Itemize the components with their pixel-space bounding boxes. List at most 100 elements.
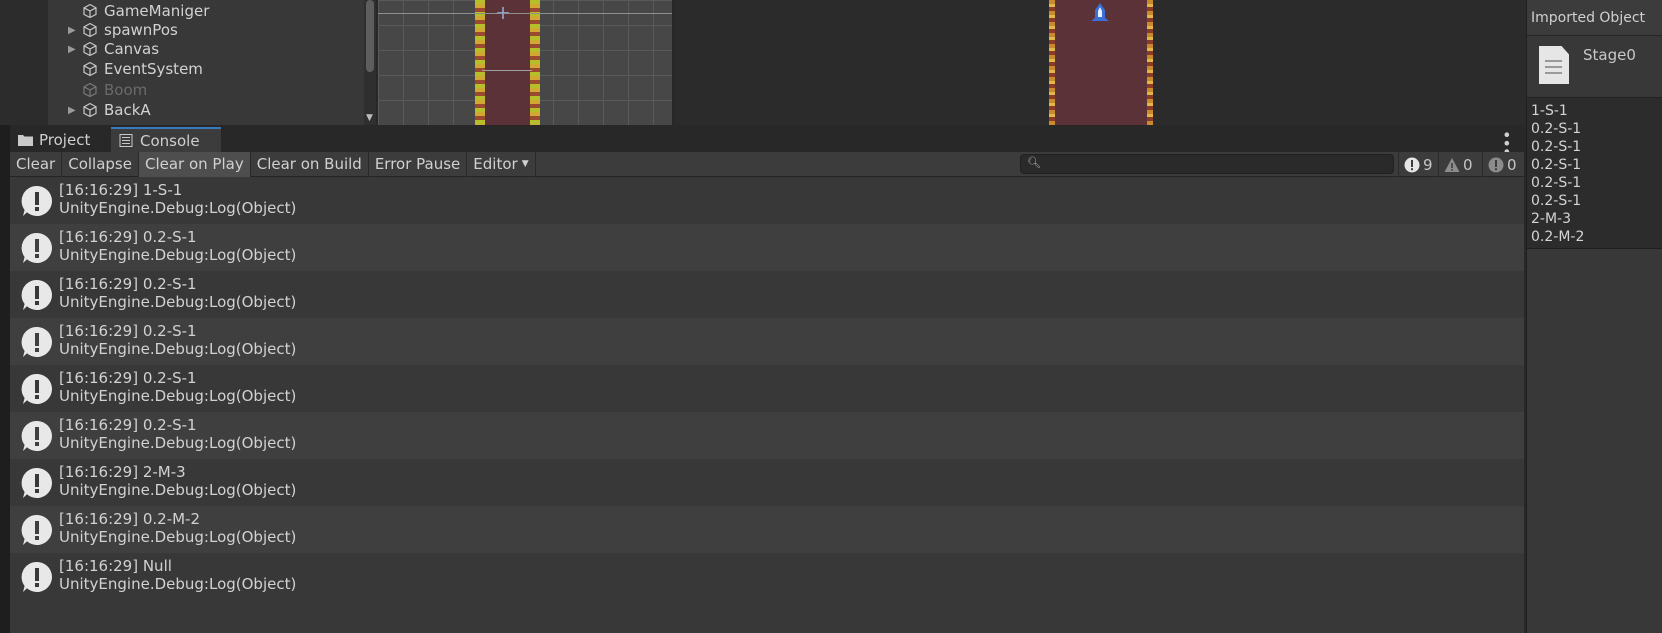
clear-button[interactable]: Clear xyxy=(10,151,63,177)
scene-view[interactable] xyxy=(378,0,672,125)
log-entry[interactable]: [16:16:29] 1-S-1 UnityEngine.Debug:Log(O… xyxy=(10,177,1524,224)
asset-text-preview: 1-S-1 0.2-S-1 0.2-S-1 0.2-S-1 0.2-S-1 0.… xyxy=(1527,98,1662,249)
editor-dropdown[interactable]: Editor ▼ xyxy=(467,151,536,177)
log-message: [16:16:29] 0.2-S-1 xyxy=(59,369,197,387)
collapse-button[interactable]: Collapse xyxy=(62,151,139,177)
text-line: 0.2-S-1 xyxy=(1531,121,1582,137)
log-stacktrace: UnityEngine.Debug:Log(Object) xyxy=(59,246,297,264)
gameobject-cube-icon xyxy=(82,39,104,59)
asset-name: Stage0 xyxy=(1583,46,1636,64)
hierarchy-item-gamemaniger[interactable]: GameManiger xyxy=(68,1,209,21)
info-message-icon xyxy=(21,467,52,498)
warning-count: 0 xyxy=(1463,155,1473,174)
console-tab-bar: Project Console ••• xyxy=(10,127,1524,155)
game-view[interactable] xyxy=(674,0,1526,125)
inspector-title: Imported Object xyxy=(1531,9,1646,26)
warning-count-toggle[interactable]: 0 xyxy=(1438,152,1478,177)
unity-editor: GameManiger ▶ spawnPos ▶ Canvas EventSys… xyxy=(0,0,1662,633)
tab-project[interactable]: Project xyxy=(10,127,110,152)
expand-arrow-icon[interactable]: ▶ xyxy=(68,105,82,116)
warning-icon xyxy=(1444,157,1460,172)
tab-label: Project xyxy=(39,130,91,149)
error-count: 0 xyxy=(1507,155,1517,174)
info-message-icon xyxy=(21,514,52,545)
log-message: [16:16:29] Null xyxy=(59,557,172,575)
info-message-icon xyxy=(21,232,52,263)
hierarchy-item-backa[interactable]: ▶ BackA xyxy=(68,100,151,120)
log-entry[interactable]: [16:16:29] 2-M-3 UnityEngine.Debug:Log(O… xyxy=(10,459,1524,506)
imported-asset: Stage0 xyxy=(1527,36,1662,98)
hierarchy-item-eventsystem[interactable]: EventSystem xyxy=(68,59,203,79)
gameobject-cube-icon xyxy=(82,100,104,120)
hierarchy-panel: GameManiger ▶ spawnPos ▶ Canvas EventSys… xyxy=(0,0,376,125)
hierarchy-item-label: Boom xyxy=(104,81,148,99)
expand-arrow-icon[interactable]: ▶ xyxy=(68,44,82,55)
clear-on-play-toggle[interactable]: Clear on Play xyxy=(138,151,251,177)
clear-on-build-toggle[interactable]: Clear on Build xyxy=(251,151,369,177)
info-message-icon xyxy=(21,373,52,404)
log-entry[interactable]: [16:16:29] 0.2-S-1 UnityEngine.Debug:Log… xyxy=(10,412,1524,459)
text-line: 0.2-S-1 xyxy=(1531,139,1582,155)
hierarchy-item-spawnpos[interactable]: ▶ spawnPos xyxy=(68,20,178,40)
console-toolbar: Clear Collapse Clear on Play Clear on Bu… xyxy=(10,151,1524,177)
log-message: [16:16:29] 1-S-1 xyxy=(59,181,183,199)
log-entry[interactable]: [16:16:29] 0.2-S-1 UnityEngine.Debug:Log… xyxy=(10,318,1524,365)
log-entry[interactable]: [16:16:29] 0.2-S-1 UnityEngine.Debug:Log… xyxy=(10,224,1524,271)
log-stacktrace: UnityEngine.Debug:Log(Object) xyxy=(59,387,297,405)
info-message-icon xyxy=(21,279,52,310)
log-stacktrace: UnityEngine.Debug:Log(Object) xyxy=(59,528,297,546)
tab-console[interactable]: Console xyxy=(111,127,221,152)
text-line: 0.2-S-1 xyxy=(1531,193,1582,209)
hierarchy-item-label: BackA xyxy=(104,101,151,119)
hierarchy-item-label: EventSystem xyxy=(104,60,203,78)
hierarchy-item-label: spawnPos xyxy=(104,21,178,39)
gameobject-cube-icon xyxy=(82,20,104,40)
info-message-icon xyxy=(21,185,52,216)
expand-arrow-icon[interactable]: ▶ xyxy=(68,25,82,36)
player-ship-icon xyxy=(1091,3,1109,21)
scroll-down-icon[interactable]: ▼ xyxy=(366,113,373,123)
error-icon xyxy=(1488,157,1504,172)
log-entry[interactable]: [16:16:29] 0.2-S-1 UnityEngine.Debug:Log… xyxy=(10,365,1524,412)
text-line: 2-M-3 xyxy=(1531,211,1571,227)
log-stacktrace: UnityEngine.Debug:Log(Object) xyxy=(59,481,297,499)
hierarchy-scrollbar[interactable]: ▼ xyxy=(364,0,376,125)
search-input[interactable]: 🔍︎ xyxy=(1020,154,1394,174)
log-message: [16:16:29] 0.2-S-1 xyxy=(59,416,197,434)
log-stacktrace: UnityEngine.Debug:Log(Object) xyxy=(59,434,297,452)
info-message-icon xyxy=(21,326,52,357)
road-edge-left xyxy=(475,0,485,125)
log-count-toggle[interactable]: 9 xyxy=(1398,152,1438,177)
text-line: 0.2-S-1 xyxy=(1531,175,1582,191)
chevron-down-icon: ▼ xyxy=(521,159,529,169)
gameobject-cube-icon xyxy=(82,1,104,21)
road-edge-right xyxy=(1147,0,1153,125)
folder-icon xyxy=(18,135,33,146)
text-asset-icon xyxy=(1539,46,1569,84)
road-edge-right xyxy=(530,0,540,125)
hierarchy-item-canvas[interactable]: ▶ Canvas xyxy=(68,39,159,59)
log-message: [16:16:29] 2-M-3 xyxy=(59,463,186,481)
hierarchy-item-label: Canvas xyxy=(104,40,160,58)
log-message: [16:16:29] 0.2-M-2 xyxy=(59,510,201,528)
scrollbar-thumb[interactable] xyxy=(366,0,374,72)
editor-dropdown-label: Editor xyxy=(473,155,518,173)
hierarchy-item-boom[interactable]: Boom xyxy=(68,80,147,100)
log-stacktrace: UnityEngine.Debug:Log(Object) xyxy=(59,293,297,311)
log-message: [16:16:29] 0.2-S-1 xyxy=(59,275,197,293)
hierarchy-item-label: GameManiger xyxy=(104,2,210,20)
console-log-list[interactable]: [16:16:29] 1-S-1 UnityEngine.Debug:Log(O… xyxy=(10,177,1524,633)
log-count: 9 xyxy=(1423,155,1433,174)
text-line: 0.2-S-1 xyxy=(1531,157,1582,173)
log-entry[interactable]: [16:16:29] 0.2-M-2 UnityEngine.Debug:Log… xyxy=(10,506,1524,553)
error-count-toggle[interactable]: 0 xyxy=(1482,152,1522,177)
log-stacktrace: UnityEngine.Debug:Log(Object) xyxy=(59,340,297,358)
search-icon: 🔍︎ xyxy=(1027,156,1041,169)
gameobject-cube-icon xyxy=(82,80,104,100)
scene-camera-bound xyxy=(378,13,672,14)
log-message: [16:16:29] 0.2-S-1 xyxy=(59,228,197,246)
log-entry[interactable]: [16:16:29] 0.2-S-1 UnityEngine.Debug:Log… xyxy=(10,271,1524,318)
error-pause-toggle[interactable]: Error Pause xyxy=(369,151,468,177)
text-line: 0.2-M-2 xyxy=(1531,229,1585,245)
log-entry[interactable]: [16:16:29] Null UnityEngine.Debug:Log(Ob… xyxy=(10,553,1524,600)
